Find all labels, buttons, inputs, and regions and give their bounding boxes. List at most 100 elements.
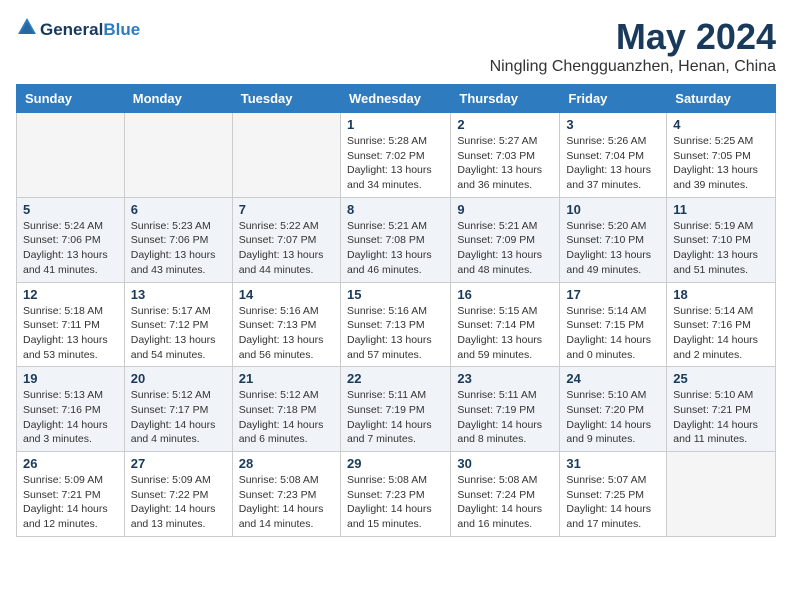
day-info: Sunrise: 5:15 AM Sunset: 7:14 PM Dayligh… [457, 304, 553, 363]
day-info: Sunrise: 5:08 AM Sunset: 7:23 PM Dayligh… [347, 473, 444, 532]
calendar-cell [17, 113, 125, 198]
calendar-cell: 27 Sunrise: 5:09 AM Sunset: 7:22 PM Dayli… [124, 452, 232, 537]
header-saturday: Saturday [667, 85, 776, 113]
day-info: Sunrise: 5:12 AM Sunset: 7:18 PM Dayligh… [239, 388, 334, 447]
day-info: Sunrise: 5:21 AM Sunset: 7:08 PM Dayligh… [347, 219, 444, 278]
logo-blue: Blue [103, 20, 140, 39]
day-info: Sunrise: 5:14 AM Sunset: 7:16 PM Dayligh… [673, 304, 769, 363]
day-info: Sunrise: 5:27 AM Sunset: 7:03 PM Dayligh… [457, 134, 553, 193]
calendar-cell: 30 Sunrise: 5:08 AM Sunset: 7:24 PM Dayli… [451, 452, 560, 537]
day-number: 25 [673, 371, 769, 386]
day-number: 10 [566, 202, 660, 217]
day-number: 2 [457, 117, 553, 132]
day-number: 24 [566, 371, 660, 386]
day-info: Sunrise: 5:14 AM Sunset: 7:15 PM Dayligh… [566, 304, 660, 363]
calendar-cell [667, 452, 776, 537]
calendar-cell: 25 Sunrise: 5:10 AM Sunset: 7:21 PM Dayli… [667, 367, 776, 452]
day-number: 9 [457, 202, 553, 217]
day-number: 8 [347, 202, 444, 217]
header-friday: Friday [560, 85, 667, 113]
header-thursday: Thursday [451, 85, 560, 113]
day-info: Sunrise: 5:28 AM Sunset: 7:02 PM Dayligh… [347, 134, 444, 193]
day-info: Sunrise: 5:11 AM Sunset: 7:19 PM Dayligh… [347, 388, 444, 447]
day-number: 20 [131, 371, 226, 386]
calendar-cell: 6 Sunrise: 5:23 AM Sunset: 7:06 PM Daylig… [124, 197, 232, 282]
day-number: 21 [239, 371, 334, 386]
day-info: Sunrise: 5:24 AM Sunset: 7:06 PM Dayligh… [23, 219, 118, 278]
calendar-cell: 7Sunrise: 5:22 AM Sunset: 7:07 PM Daylig… [232, 197, 340, 282]
day-info: Sunrise: 5:18 AM Sunset: 7:11 PM Dayligh… [23, 304, 118, 363]
day-number: 13 [131, 287, 226, 302]
calendar-cell: 9 Sunrise: 5:21 AM Sunset: 7:09 PM Daylig… [451, 197, 560, 282]
day-number: 4 [673, 117, 769, 132]
day-number: 17 [566, 287, 660, 302]
day-info: Sunrise: 5:09 AM Sunset: 7:22 PM Dayligh… [131, 473, 226, 532]
day-number: 30 [457, 456, 553, 471]
day-info: Sunrise: 5:16 AM Sunset: 7:13 PM Dayligh… [347, 304, 444, 363]
day-number: 15 [347, 287, 444, 302]
day-number: 7 [239, 202, 334, 217]
day-info: Sunrise: 5:23 AM Sunset: 7:06 PM Dayligh… [131, 219, 226, 278]
day-number: 28 [239, 456, 334, 471]
month-year-title: May 2024 [490, 16, 776, 58]
logo-icon [16, 16, 38, 43]
calendar-cell: 23 Sunrise: 5:11 AM Sunset: 7:19 PM Dayli… [451, 367, 560, 452]
calendar-cell: 16 Sunrise: 5:15 AM Sunset: 7:14 PM Dayli… [451, 282, 560, 367]
calendar-cell: 11Sunrise: 5:19 AM Sunset: 7:10 PM Dayli… [667, 197, 776, 282]
day-info: Sunrise: 5:12 AM Sunset: 7:17 PM Dayligh… [131, 388, 226, 447]
calendar-cell: 1Sunrise: 5:28 AM Sunset: 7:02 PM Daylig… [340, 113, 450, 198]
day-number: 11 [673, 202, 769, 217]
calendar-cell: 14Sunrise: 5:16 AM Sunset: 7:13 PM Dayli… [232, 282, 340, 367]
header-wednesday: Wednesday [340, 85, 450, 113]
day-info: Sunrise: 5:17 AM Sunset: 7:12 PM Dayligh… [131, 304, 226, 363]
calendar-week-row: 26Sunrise: 5:09 AM Sunset: 7:21 PM Dayli… [17, 452, 776, 537]
day-info: Sunrise: 5:08 AM Sunset: 7:23 PM Dayligh… [239, 473, 334, 532]
day-info: Sunrise: 5:10 AM Sunset: 7:21 PM Dayligh… [673, 388, 769, 447]
day-info: Sunrise: 5:25 AM Sunset: 7:05 PM Dayligh… [673, 134, 769, 193]
day-number: 16 [457, 287, 553, 302]
day-number: 19 [23, 371, 118, 386]
day-info: Sunrise: 5:21 AM Sunset: 7:09 PM Dayligh… [457, 219, 553, 278]
calendar-cell: 10 Sunrise: 5:20 AM Sunset: 7:10 PM Dayli… [560, 197, 667, 282]
day-info: Sunrise: 5:11 AM Sunset: 7:19 PM Dayligh… [457, 388, 553, 447]
calendar-cell: 12 Sunrise: 5:18 AM Sunset: 7:11 PM Dayli… [17, 282, 125, 367]
location-label: Ningling Chengguanzhen, Henan, China [490, 58, 776, 76]
header-monday: Monday [124, 85, 232, 113]
day-info: Sunrise: 5:13 AM Sunset: 7:16 PM Dayligh… [23, 388, 118, 447]
day-info: Sunrise: 5:10 AM Sunset: 7:20 PM Dayligh… [566, 388, 660, 447]
calendar-cell: 2 Sunrise: 5:27 AM Sunset: 7:03 PM Daylig… [451, 113, 560, 198]
calendar-week-row: 5Sunrise: 5:24 AM Sunset: 7:06 PM Daylig… [17, 197, 776, 282]
day-info: Sunrise: 5:20 AM Sunset: 7:10 PM Dayligh… [566, 219, 660, 278]
day-number: 12 [23, 287, 118, 302]
day-number: 6 [131, 202, 226, 217]
day-number: 22 [347, 371, 444, 386]
logo-general: General [40, 20, 103, 39]
header-sunday: Sunday [17, 85, 125, 113]
day-number: 31 [566, 456, 660, 471]
calendar-cell: 13 Sunrise: 5:17 AM Sunset: 7:12 PM Dayli… [124, 282, 232, 367]
calendar-cell: 28 Sunrise: 5:08 AM Sunset: 7:23 PM Dayli… [232, 452, 340, 537]
calendar-week-row: 12 Sunrise: 5:18 AM Sunset: 7:11 PM Dayli… [17, 282, 776, 367]
day-info: Sunrise: 5:07 AM Sunset: 7:25 PM Dayligh… [566, 473, 660, 532]
day-number: 26 [23, 456, 118, 471]
title-section: May 2024 Ningling Chengguanzhen, Henan, … [490, 16, 776, 76]
calendar-cell: 17 Sunrise: 5:14 AM Sunset: 7:15 PM Dayli… [560, 282, 667, 367]
logo: GeneralBlue [16, 16, 140, 43]
calendar-cell [124, 113, 232, 198]
day-number: 27 [131, 456, 226, 471]
calendar-cell [232, 113, 340, 198]
day-number: 14 [239, 287, 334, 302]
calendar-cell: 24 Sunrise: 5:10 AM Sunset: 7:20 PM Dayli… [560, 367, 667, 452]
calendar-cell: 15 Sunrise: 5:16 AM Sunset: 7:13 PM Dayli… [340, 282, 450, 367]
header-tuesday: Tuesday [232, 85, 340, 113]
day-number: 23 [457, 371, 553, 386]
calendar-week-row: 1Sunrise: 5:28 AM Sunset: 7:02 PM Daylig… [17, 113, 776, 198]
day-info: Sunrise: 5:08 AM Sunset: 7:24 PM Dayligh… [457, 473, 553, 532]
calendar-cell: 4 Sunrise: 5:25 AM Sunset: 7:05 PM Daylig… [667, 113, 776, 198]
calendar-week-row: 19 Sunrise: 5:13 AM Sunset: 7:16 PM Dayli… [17, 367, 776, 452]
page-header: GeneralBlue May 2024 Ningling Chengguanz… [16, 16, 776, 76]
calendar-cell: 29Sunrise: 5:08 AM Sunset: 7:23 PM Dayli… [340, 452, 450, 537]
calendar-cell: 8 Sunrise: 5:21 AM Sunset: 7:08 PM Daylig… [340, 197, 450, 282]
day-number: 18 [673, 287, 769, 302]
calendar-cell: 22 Sunrise: 5:11 AM Sunset: 7:19 PM Dayli… [340, 367, 450, 452]
